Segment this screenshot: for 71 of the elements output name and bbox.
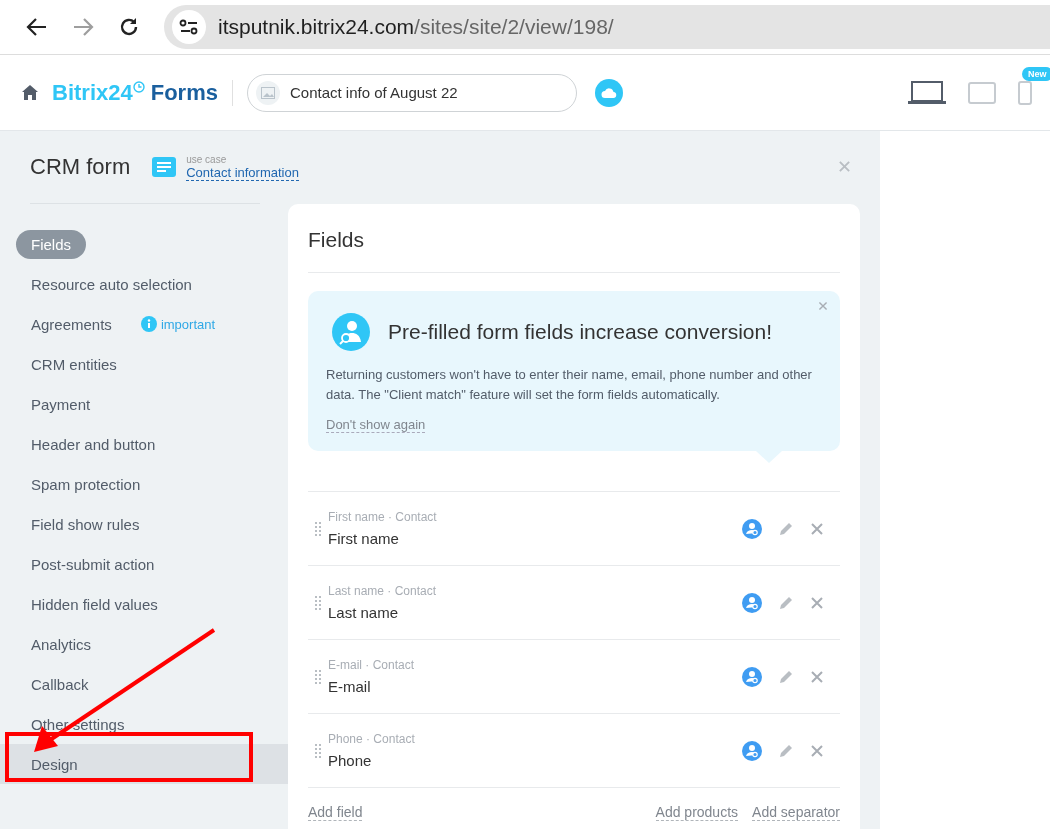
close-button[interactable] — [838, 160, 851, 173]
logo-name: Bitrix24 — [52, 79, 133, 106]
field-name: E-mail — [328, 678, 372, 695]
promo-title: Pre-filled form fields increase conversion! — [388, 320, 772, 344]
sidebar-item[interactable]: Resource auto selection — [16, 269, 207, 299]
page-title: Contact info of August 22 — [289, 84, 458, 101]
url-path: /sites/site/2/view/198/ — [414, 15, 614, 39]
edit-button[interactable] — [778, 594, 794, 611]
use-case-label: use case — [186, 153, 228, 165]
add-field-link[interactable]: Add field — [308, 804, 363, 821]
use-case-link[interactable]: Contact information — [186, 164, 299, 181]
field-name: First name — [328, 530, 400, 547]
url-host: itsputnik.bitrix24.com — [218, 15, 415, 39]
client-match-button[interactable] — [742, 518, 762, 539]
laptop-icon — [908, 80, 946, 105]
client-match-button[interactable] — [742, 740, 762, 761]
drag-handle-icon[interactable] — [315, 595, 321, 610]
sidebar-item[interactable]: Payment — [16, 389, 106, 419]
drag-handle-icon[interactable] — [315, 669, 321, 684]
sidebar-item[interactable]: Hidden field values — [16, 589, 173, 619]
promo-text: Returning customers won't have to enter their name, email, phone number and other data. The "Client match" feature will set the form fields automatically. — [326, 366, 813, 404]
dont-show-again-link[interactable]: Don't show again — [326, 417, 426, 433]
tablet-icon — [968, 81, 996, 104]
close-button[interactable] — [818, 301, 828, 311]
sliders-icon — [179, 19, 199, 35]
image-icon — [255, 80, 280, 105]
drag-handle-icon[interactable] — [315, 521, 321, 536]
client-match-button[interactable] — [742, 592, 762, 613]
document-icon — [152, 157, 177, 177]
edit-button[interactable] — [778, 668, 794, 685]
drag-handle-icon[interactable] — [315, 743, 321, 758]
reload-icon — [118, 16, 140, 38]
clock-icon — [132, 80, 145, 93]
field-caption: First name · Contact — [328, 510, 438, 524]
sidebar-item[interactable]: Spam protection — [16, 469, 156, 499]
field-caption: E-mail · Contact — [328, 658, 416, 672]
delete-button[interactable] — [810, 743, 824, 758]
card-title: Fields — [308, 204, 840, 273]
sidebar-item[interactable]: Header and button — [16, 429, 171, 459]
delete-button[interactable] — [810, 521, 824, 536]
home-icon[interactable] — [22, 85, 38, 100]
delete-button[interactable] — [810, 669, 824, 684]
field-name: Last name — [328, 604, 400, 621]
right-arrow-icon — [72, 16, 94, 38]
add-link[interactable]: Add separator — [752, 804, 840, 821]
edit-button[interactable] — [778, 520, 794, 537]
sidebar-item[interactable]: Post-submit action — [16, 549, 170, 579]
delete-button[interactable] — [810, 595, 824, 610]
device-preview-button[interactable] — [908, 80, 946, 105]
info-icon — [140, 316, 157, 332]
site-settings-button[interactable] — [172, 10, 206, 44]
sidebar-item[interactable]: CRM entities — [16, 349, 132, 379]
field-caption: Phone · Contact — [328, 732, 416, 746]
sidebar-item[interactable]: Analytics — [16, 629, 107, 659]
client-match-button[interactable] — [742, 666, 762, 687]
user-search-icon — [332, 313, 370, 351]
panel-title: CRM form — [30, 154, 131, 180]
sidebar-item[interactable]: Design — [16, 749, 93, 779]
phone-icon — [1018, 80, 1032, 105]
logo-suffix: Forms — [150, 79, 218, 106]
field-caption: Last name · Contact — [328, 584, 438, 598]
edit-button[interactable] — [778, 742, 794, 759]
address-bar[interactable]: itsputnik.bitrix24.com/sites/site/2/view/198/ — [164, 5, 1050, 49]
sidebar-item[interactable]: Callback — [16, 669, 104, 699]
sidebar-item[interactable]: Field show rules — [16, 509, 155, 539]
cloud-icon[interactable] — [594, 78, 623, 107]
left-arrow-icon — [26, 16, 48, 38]
sidebar-item[interactable]: Agreements — [16, 309, 127, 339]
new-badge: New — [1022, 66, 1050, 81]
field-name: Phone — [328, 752, 373, 769]
add-link[interactable]: Add products — [655, 804, 739, 821]
